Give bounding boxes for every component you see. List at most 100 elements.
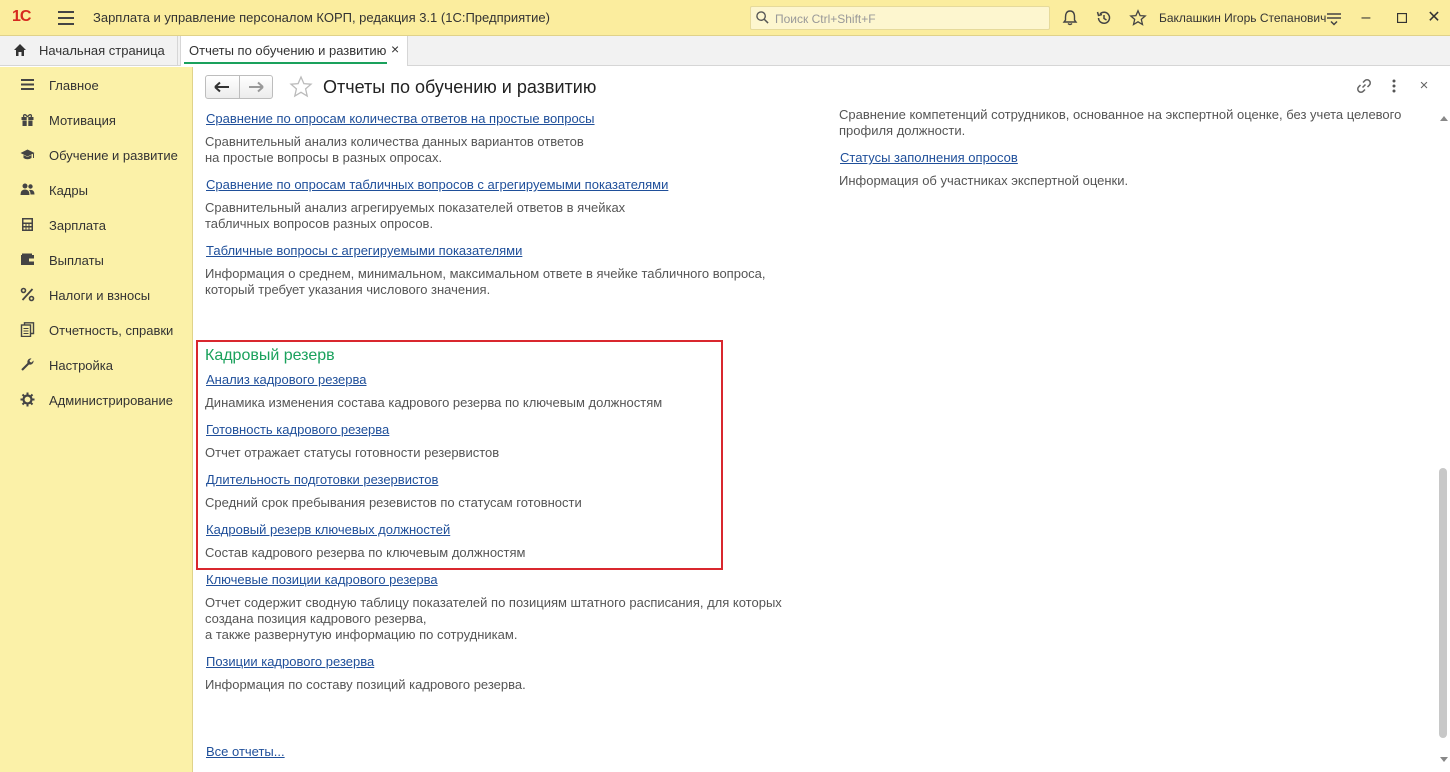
report-desc-line: Сравнительный анализ количества данных в… [205,134,584,149]
home-icon [14,44,26,56]
report-desc: Сравнительный анализ количества данных в… [205,134,584,166]
all-reports-link[interactable]: Все отчеты... [206,744,285,759]
report-link[interactable]: Кадровый резерв ключевых должностей [206,522,450,537]
minimize-icon[interactable]: – [1356,8,1376,28]
graduation-cap-icon [20,149,35,160]
report-desc: Отчет содержит сводную таблицу показател… [205,595,782,643]
active-tab-indicator [184,62,387,64]
report-link[interactable]: Статусы заполнения опросов [840,150,1018,165]
history-icon[interactable] [1095,9,1113,27]
nav-buttons [205,75,273,99]
report-link[interactable]: Позиции кадрового резерва [206,654,374,669]
maximize-icon[interactable] [1392,8,1412,28]
report-desc-line: который требует указания числового значе… [205,282,491,297]
close-window-icon[interactable]: ✕ [1424,8,1444,28]
tab-reports-label: Отчеты по обучению и развитию [189,43,387,58]
people-icon [20,183,35,195]
tab-home-label: Начальная страница [39,43,165,58]
gift-icon [21,114,34,126]
sidebar-item-personnel[interactable]: Кадры [0,174,193,204]
sidebar-item-settings[interactable]: Настройка [0,349,193,379]
report-desc: Информация о среднем, минимальном, макси… [205,266,766,298]
report-desc: Средний срок пребывания резевистов по ст… [205,495,582,510]
report-desc: Отчет отражает статусы готовности резерв… [205,445,500,460]
report-desc: Информация об участниках экспертной оцен… [839,173,1129,188]
search-placeholder: Поиск Ctrl+Shift+F [775,12,876,26]
report-desc: Динамика изменения состава кадрового рез… [205,395,663,410]
report-desc-line: а также развернутую информацию по сотруд… [205,627,518,642]
report-link[interactable]: Анализ кадрового резерва [206,372,366,387]
tabs-bar: Начальная страница Отчеты по обучению и … [0,36,1450,66]
gear-icon [20,392,35,407]
sidebar-item-motivation[interactable]: Мотивация [0,104,193,134]
report-link[interactable]: Ключевые позиции кадрового резерва [206,572,438,587]
sidebar-item-taxes[interactable]: Налоги и взносы [0,279,193,309]
report-link[interactable]: Готовность кадрового резерва [206,422,389,437]
wrench-icon [21,358,34,371]
report-desc: Состав кадрового резерва по ключевым дол… [205,545,526,560]
report-link[interactable]: Табличные вопросы с агрегируемыми показа… [206,243,522,258]
title-bar: 1С Зарплата и управление персоналом КОРП… [0,0,1450,36]
bell-icon[interactable] [1061,9,1079,27]
report-desc-line: на простые вопросы в разных опросах. [205,150,443,165]
close-form-icon[interactable]: × [1416,78,1432,94]
report-desc-line: Отчет содержит сводную таблицу показател… [205,595,782,610]
sidebar: Главное Мотивация Обучение и развитие Ка… [0,67,193,772]
scrollbar-thumb[interactable] [1439,468,1447,738]
sidebar-item-label: Мотивация [49,113,116,128]
sidebar-item-label: Главное [49,78,99,93]
scroll-down-icon[interactable] [1440,757,1448,762]
forward-arrow-icon[interactable] [246,79,266,95]
calculator-icon [22,218,33,231]
search-icon [756,11,769,24]
app-logo: 1С [12,8,31,25]
menu-lines-icon [21,79,34,90]
report-link[interactable]: Длительность подготовки резервистов [206,472,438,487]
sidebar-item-label: Обучение и развитие [49,148,178,163]
back-arrow-icon[interactable] [212,79,232,95]
sidebar-item-label: Настройка [49,358,113,373]
report-desc-line: создана позиция кадрового резерва, [205,611,427,626]
favorites-star-icon[interactable] [1129,9,1147,27]
main-menu-icon[interactable] [58,11,74,25]
report-desc-line: Информация по составу позиций кадрового … [205,677,526,692]
sidebar-item-main[interactable]: Главное [0,69,193,99]
sidebar-item-label: Кадры [49,183,88,198]
report-desc: Сравнительный анализ агрегируемых показа… [205,200,625,232]
sidebar-item-reporting[interactable]: Отчетность, справки [0,314,193,344]
report-desc-line: Сравнительный анализ агрегируемых показа… [205,200,626,215]
report-desc: Сравнение компетенций сотрудников, основ… [839,107,1401,139]
settings-menu-icon[interactable] [1325,9,1343,27]
report-desc: Информация по составу позиций кадрового … [205,677,526,693]
report-link[interactable]: Сравнение по опросам табличных вопросов … [206,177,668,192]
user-name[interactable]: Баклашкин Игорь Степанович [1159,11,1326,25]
favorite-star-icon[interactable] [289,75,313,99]
sidebar-item-training[interactable]: Обучение и развитие [0,139,193,169]
report-desc-line: Сравнение компетенций сотрудников, основ… [839,107,1402,122]
documents-icon [20,322,35,337]
report-link[interactable]: Сравнение по опросам количества ответов … [206,111,595,126]
search-input[interactable]: Поиск Ctrl+Shift+F [750,6,1050,30]
nav-separator [239,76,240,98]
percent-icon [20,287,35,302]
group-title-reserve: Кадровый резерв [205,347,335,364]
sidebar-item-payments[interactable]: Выплаты [0,244,193,274]
sidebar-item-salary[interactable]: Зарплата [0,209,193,239]
sidebar-item-label: Выплаты [49,253,104,268]
sidebar-item-label: Администрирование [49,393,173,408]
report-desc-line: табличных вопросов разных опросов. [205,216,434,231]
scroll-up-icon[interactable] [1440,116,1448,121]
report-desc-line: Информация о среднем, минимальном, макси… [205,266,766,281]
sidebar-item-label: Отчетность, справки [49,323,174,338]
app-title: Зарплата и управление персоналом КОРП, р… [93,10,550,25]
sidebar-item-administration[interactable]: Администрирование [0,384,193,414]
report-desc-line: профиля должности. [839,123,966,138]
wallet-icon [21,253,34,265]
close-tab-icon[interactable]: × [391,41,399,57]
sidebar-item-label: Зарплата [49,218,106,233]
tab-home[interactable]: Начальная страница [0,36,178,66]
sidebar-item-label: Налоги и взносы [49,288,151,303]
link-icon[interactable] [1356,78,1372,94]
tab-reports-training[interactable]: Отчеты по обучению и развитию × [180,36,408,66]
more-actions-icon[interactable] [1386,78,1402,94]
